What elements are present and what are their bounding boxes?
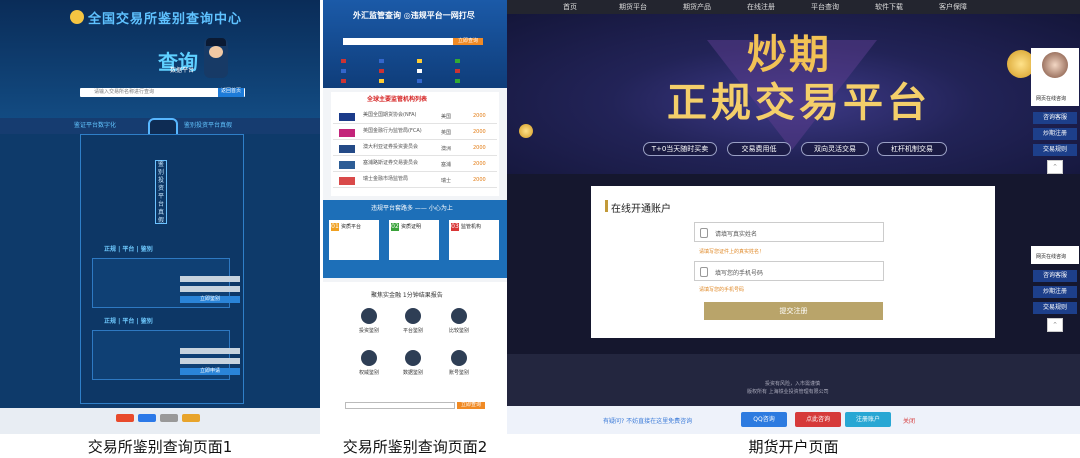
form1-field-b[interactable] [180, 286, 240, 292]
section-title-2: 正规 | 平台 | 鉴别 [104, 318, 153, 325]
page-title: 全国交易所鉴别查询中心 [88, 12, 243, 27]
exchange-query-page-2: 外汇监管查询 ◎违规平台一网打尽 立即查询 全球主要监管机构列表 美国全国期货协… [323, 0, 507, 434]
consult-button[interactable]: 点此咨询 [795, 412, 841, 427]
table-row[interactable]: 英国金融行为监管局(FCA) 英国 2000 [333, 126, 497, 140]
bottom-bar [507, 406, 1080, 434]
table-row[interactable]: 美国全国期货协会(NFA) 美国 2000 [333, 110, 497, 124]
form1-field-a[interactable] [180, 276, 240, 282]
feature-tag: 杠杆机制交易 [877, 142, 947, 156]
icon-label: 账号鉴别 [448, 370, 469, 376]
exchange-query-page-1: 全国交易所鉴别查询中心 查询 数据平台 请输入交易所名称进行查询 返回首页 鉴证… [0, 0, 320, 434]
form-title-bar [605, 200, 608, 212]
verify-icon [361, 308, 377, 324]
footer-badge-3 [160, 414, 178, 422]
close-button[interactable]: 关闭 [903, 418, 915, 426]
caption-1: 交易所鉴别查询页面1 [87, 438, 233, 456]
form-title: 在线开通账户 [611, 204, 671, 215]
page-title: 外汇监管查询 ◎违规平台一网打尽 [353, 11, 475, 20]
platform-icon [405, 308, 421, 324]
results-title: 聚焦实金融 1分钟结果报告 [371, 292, 443, 299]
band-text-2: 鉴别投资平台真假 [184, 122, 233, 129]
data-icon [405, 350, 421, 366]
bottom-hint: 有疑问? 不妨直接在这里免费咨询 [603, 418, 693, 425]
collage: 全国交易所鉴别查询中心 查询 数据平台 请输入交易所名称进行查询 返回首页 鉴证… [0, 0, 1080, 458]
feature-tag: 双向灵活交易 [801, 142, 869, 156]
form2-button[interactable]: 立即申请 [180, 368, 240, 375]
nav-item[interactable]: 客户保障 [939, 3, 967, 11]
nav-item[interactable]: 平台查询 [811, 3, 839, 11]
phone-input[interactable]: 填写您的手机号码 [694, 261, 884, 281]
bottom-search-button[interactable]: 立即查询 [457, 402, 485, 409]
phone-hint: 请填写您的手机号码 [699, 287, 745, 293]
account-icon [451, 350, 467, 366]
submit-button[interactable]: 提交注册 [704, 302, 883, 320]
user-icon [700, 228, 708, 238]
name-hint: 请填写您证件上的真实姓名！ [699, 249, 765, 255]
icon-label: 比较鉴别 [448, 328, 469, 334]
info-card: 03 监管机构 [449, 220, 499, 260]
nav-item[interactable]: 在线注册 [747, 3, 775, 11]
qq-button[interactable]: QQ咨询 [741, 412, 787, 427]
flag-grid [341, 50, 491, 84]
search-button[interactable]: 返回首页 [218, 88, 244, 97]
side-label: 网页在线咨询 [1036, 96, 1067, 102]
info-card: 02 资质证明 [389, 220, 439, 260]
side-button[interactable]: 交易规则 [1033, 302, 1077, 314]
form1-button[interactable]: 立即鉴别 [180, 296, 240, 303]
side-label-2: 网页在线咨询 [1036, 254, 1067, 260]
scroll-top-icon[interactable]: ⌃ [1047, 318, 1063, 332]
side-button[interactable]: 咨询客服 [1033, 270, 1077, 282]
register-button[interactable]: 注册账户 [845, 412, 891, 427]
top-nav: 首页 期货平台 期货产品 在线注册 平台查询 软件下载 客户保障 [507, 0, 1080, 14]
search-input[interactable] [343, 38, 453, 45]
authority-icon [361, 350, 377, 366]
feature-tag: T+0当天随时买卖 [643, 142, 717, 156]
nav-item[interactable]: 首页 [563, 3, 577, 11]
section-title-1: 正规 | 平台 | 鉴别 [104, 246, 153, 253]
table-row[interactable]: 澳大利亚证券投资委员会 澳洲 2000 [333, 142, 497, 156]
table-row[interactable]: 塞浦路斯证券交易委员会 塞浦 2000 [333, 158, 497, 172]
footer: 投资有风险，入市需谨慎 版权所有 上海铁业投资管理有限公司 [507, 354, 1080, 406]
form2-field-b[interactable] [180, 358, 240, 364]
info-card: 01 资质平台 [329, 220, 379, 260]
warning-title: 违规平台套路多 —— 小心为上 [371, 205, 453, 212]
compare-icon [451, 308, 467, 324]
headline-2: 正规交易平台 [667, 80, 931, 126]
caption-3: 期货开户页面 [748, 438, 839, 456]
futures-account-page: 首页 期货平台 期货产品 在线注册 平台查询 软件下载 客户保障 炒期 正规交易… [507, 0, 1080, 434]
avatar [1042, 52, 1068, 78]
hero-big-subword: 数据平台 [170, 67, 195, 74]
list-title: 全球主要监管机构列表 [367, 96, 428, 103]
table-row[interactable]: 瑞士金融市场监管局 瑞士 2000 [333, 174, 497, 188]
form2-field-a[interactable] [180, 348, 240, 354]
coin-icon [519, 124, 533, 138]
footer-badge-2 [138, 414, 156, 422]
footer-badge-1 [116, 414, 134, 422]
nav-item[interactable]: 期货平台 [619, 3, 647, 11]
police-mascot [204, 38, 228, 78]
feature-tag: 交易费用低 [727, 142, 791, 156]
nav-item[interactable]: 软件下载 [875, 3, 903, 11]
side-button[interactable]: 炒期注册 [1033, 286, 1077, 298]
bottom-search-input[interactable] [345, 402, 455, 409]
footer-badge-4 [182, 414, 200, 422]
caption-2: 交易所鉴别查询页面2 [342, 438, 488, 456]
side-button[interactable]: 交易规则 [1033, 144, 1077, 156]
icon-label: 权威鉴别 [358, 370, 379, 376]
nav-item[interactable]: 期货产品 [683, 3, 711, 11]
scroll-top-icon[interactable]: ⌃ [1047, 160, 1063, 174]
side-button[interactable]: 炒期注册 [1033, 128, 1077, 140]
search-button[interactable]: 立即查询 [453, 38, 483, 45]
side-button[interactable]: 咨询客服 [1033, 112, 1077, 124]
band-text: 鉴证平台数字化 [74, 122, 117, 129]
icon-label: 平台鉴别 [402, 328, 423, 334]
name-input[interactable]: 请填写真实姓名 [694, 222, 884, 242]
icon-label: 数据鉴别 [402, 370, 423, 376]
icon-label: 投资鉴别 [358, 328, 379, 334]
vertical-banner: 鉴别投资平台真假 [155, 160, 167, 224]
phone-icon [700, 267, 708, 277]
logo-icon [70, 10, 84, 24]
